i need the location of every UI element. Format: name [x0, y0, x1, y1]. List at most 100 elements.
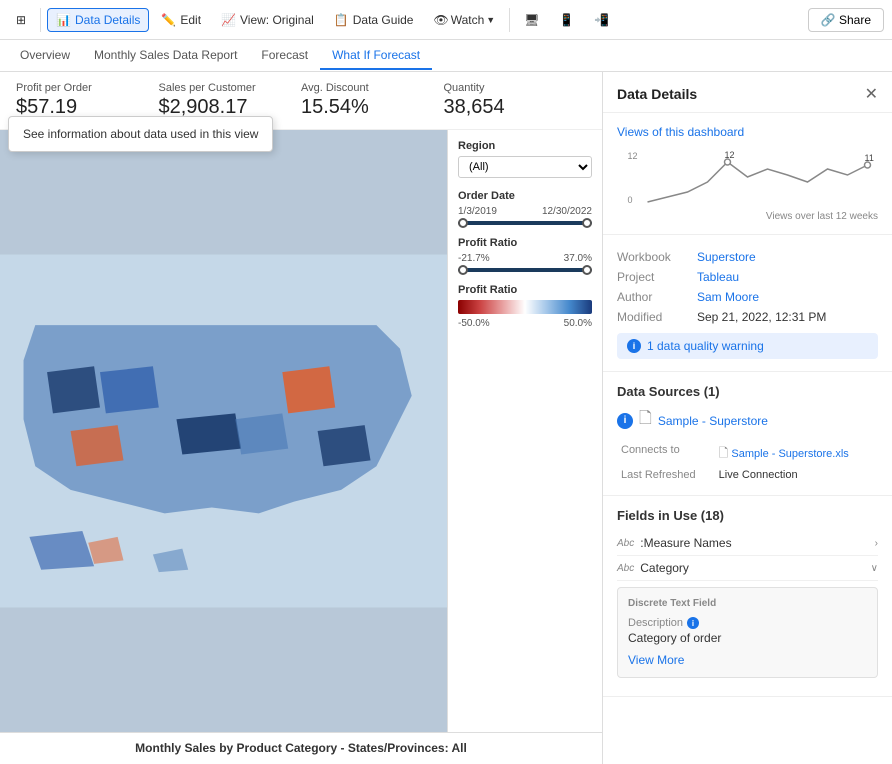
data-quality-warning[interactable]: i 1 data quality warning: [617, 333, 878, 359]
svg-text:12: 12: [725, 150, 735, 160]
view-more-button[interactable]: View More: [628, 653, 684, 667]
home-button[interactable]: ⊞: [8, 9, 34, 31]
meta-val-project[interactable]: Tableau: [697, 267, 878, 287]
tab-what-if-forecast[interactable]: What If Forecast: [320, 42, 432, 70]
meta-row-project: Project Tableau: [617, 267, 878, 287]
warning-icon: i: [627, 339, 641, 353]
stat-value-3: 38,654: [444, 96, 587, 119]
tooltip-text: See information about data used in this …: [23, 127, 258, 141]
close-panel-button[interactable]: ✕: [865, 84, 878, 104]
profit-ratio-color-bar: [458, 300, 592, 314]
field-item-category[interactable]: Abc Category ∨: [617, 556, 878, 581]
share-button[interactable]: 🔗 Share: [808, 8, 884, 32]
profit-ratio-filter-group: Profit Ratio -21.7% 37.0%: [458, 237, 592, 272]
meta-val-author[interactable]: Sam Moore: [697, 287, 878, 307]
device-mobile-button[interactable]: 📲: [586, 9, 617, 31]
profit-ratio-filter-label: Profit Ratio: [458, 237, 592, 249]
views-title-link[interactable]: this dashboard: [665, 125, 744, 139]
svg-text:12: 12: [628, 151, 638, 161]
stat-label-3: Quantity: [444, 82, 587, 94]
tab-monthly-sales[interactable]: Monthly Sales Data Report: [82, 42, 249, 70]
data-sources-section: Data Sources (1) i 🗋 Sample - Superstore…: [603, 372, 892, 496]
meta-val-workbook[interactable]: Superstore: [697, 247, 878, 267]
color-min: -50.0%: [458, 318, 490, 329]
tabs-row: Overview Monthly Sales Data Report Forec…: [0, 40, 892, 72]
watch-dropdown-icon: ▼: [486, 15, 495, 25]
data-source-item[interactable]: i 🗋 Sample - Superstore: [617, 407, 878, 434]
field-name-category: Category: [640, 561, 689, 575]
data-details-label: Data Details: [75, 13, 140, 27]
svg-text:0: 0: [628, 195, 633, 205]
stat-label-1: Sales per Customer: [159, 82, 302, 94]
meta-key-modified: Modified: [617, 307, 697, 327]
data-source-file-icon: 🗋: [639, 407, 652, 434]
ds-file-icon: 🗋: [719, 446, 729, 460]
chevron-right-measure: ›: [875, 538, 878, 549]
color-max: 50.0%: [564, 318, 592, 329]
bar-chart-icon: 📈: [221, 13, 236, 27]
profit-ratio-color-label: Profit Ratio: [458, 284, 592, 296]
meta-row-author: Author Sam Moore: [617, 287, 878, 307]
meta-val-modified: Sep 21, 2022, 12:31 PM: [697, 307, 878, 327]
ds-connects-row: Connects to 🗋 Sample - Superstore.xls: [617, 442, 878, 467]
metadata-table: Workbook Superstore Project Tableau Auth…: [617, 247, 878, 327]
ds-refreshed-key: Last Refreshed: [617, 467, 715, 483]
field-item-category-left: Abc Category: [617, 561, 689, 575]
views-title-text: Views of: [617, 125, 662, 139]
edit-button[interactable]: ✏️ Edit: [153, 9, 209, 31]
home-icon: ⊞: [16, 13, 26, 27]
stat-value-2: 15.54%: [301, 96, 444, 119]
profit-ratio-range: -21.7% 37.0%: [458, 253, 592, 264]
ds-connects-val[interactable]: Sample - Superstore.xls: [731, 448, 848, 460]
data-sources-title: Data Sources (1): [617, 384, 878, 399]
share-icon: 🔗: [821, 13, 836, 27]
stat-label-0: Profit per Order: [16, 82, 159, 94]
field-subtype-label: Discrete Text Field: [628, 598, 867, 609]
tab-forecast[interactable]: Forecast: [249, 42, 320, 70]
profit-ratio-color-group: Profit Ratio -50.0% 50.0%: [458, 284, 592, 329]
edit-label: Edit: [180, 13, 201, 27]
warning-text: 1 data quality warning: [647, 339, 764, 353]
region-filter-group: Region (All): [458, 140, 592, 178]
profit-ratio-min: -21.7%: [458, 253, 490, 264]
views-sublabel: Views over last 12 weeks: [617, 211, 878, 222]
stat-sales-per-customer: Sales per Customer $2,908.17: [159, 82, 302, 119]
map-area[interactable]: [0, 130, 447, 732]
fields-in-use-section: Fields in Use (18) Abc :Measure Names › …: [603, 496, 892, 697]
field-type-measure: Abc: [617, 538, 634, 549]
toolbar-divider-1: [40, 8, 41, 32]
field-subtype-text: Discrete Text Field: [628, 598, 716, 609]
device-tablet-button[interactable]: 📱: [551, 9, 582, 31]
tab-overview[interactable]: Overview: [8, 42, 82, 70]
data-guide-icon: 📋: [334, 13, 349, 27]
region-filter-select[interactable]: (All): [458, 156, 592, 178]
data-details-button[interactable]: 📊 Data Details: [47, 8, 149, 32]
data-source-name: Sample - Superstore: [658, 414, 768, 428]
profit-ratio-slider[interactable]: [458, 268, 592, 272]
meta-key-project: Project: [617, 267, 697, 287]
profit-ratio-max: 37.0%: [564, 253, 592, 264]
region-filter-label: Region: [458, 140, 592, 152]
field-item-measure-names[interactable]: Abc :Measure Names ›: [617, 531, 878, 556]
view-original-button[interactable]: 📈 View: Original: [213, 9, 322, 31]
description-info-icon: i: [687, 617, 699, 629]
views-section-title: Views of this dashboard: [617, 125, 878, 139]
bottom-chart: Monthly Sales by Product Category - Stat…: [0, 732, 602, 764]
meta-key-author: Author: [617, 287, 697, 307]
main-container: See information about data used in this …: [0, 72, 892, 764]
ds-refreshed-val: Live Connection: [715, 467, 878, 483]
device-desktop-button[interactable]: 🖥: [516, 9, 547, 31]
svg-text:11: 11: [865, 153, 874, 163]
mobile-icon: 📲: [594, 13, 609, 27]
order-date-filter-group: Order Date 1/3/2019 12/30/2022: [458, 190, 592, 225]
order-date-slider[interactable]: [458, 221, 592, 225]
panel-title: Data Details: [617, 86, 697, 102]
views-section: Views of this dashboard 12 0 12 11: [603, 113, 892, 235]
order-date-label: Order Date: [458, 190, 592, 202]
tooltip-box: See information about data used in this …: [8, 116, 273, 152]
watch-button[interactable]: 👁 Watch ▼: [425, 9, 503, 31]
fields-title: Fields in Use (18): [617, 508, 878, 523]
data-guide-button[interactable]: 📋 Data Guide: [326, 9, 422, 31]
field-item-measure-left: Abc :Measure Names: [617, 536, 732, 550]
order-date-range: 1/3/2019 12/30/2022: [458, 206, 592, 217]
